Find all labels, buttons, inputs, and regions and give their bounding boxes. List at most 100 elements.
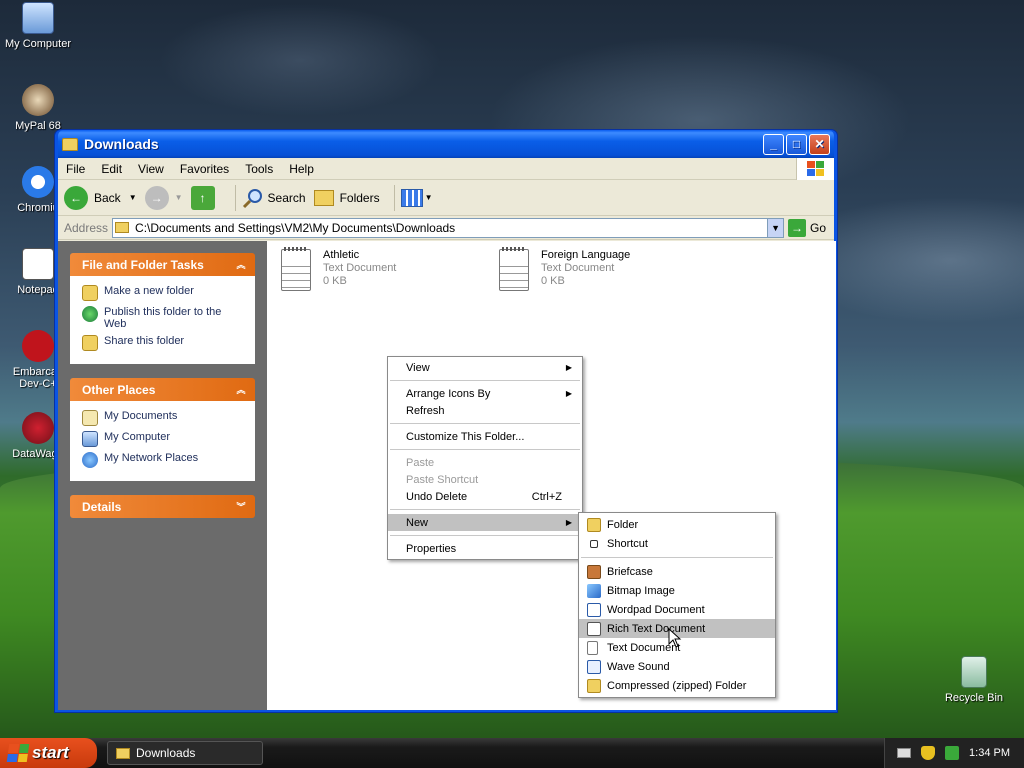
file-size: 0 KB bbox=[541, 275, 565, 287]
new-shortcut-item[interactable]: Shortcut bbox=[579, 534, 775, 553]
new-folder-icon bbox=[82, 285, 98, 301]
computer-icon bbox=[82, 431, 98, 447]
my-documents-icon bbox=[82, 410, 98, 426]
file-size: 0 KB bbox=[323, 275, 347, 287]
file-folder-tasks-header[interactable]: File and Folder Tasks ︽ bbox=[70, 253, 255, 276]
up-button[interactable]: ↑ bbox=[190, 185, 221, 210]
folders-icon bbox=[313, 189, 334, 206]
views-button[interactable]: ▼ bbox=[400, 188, 433, 207]
menu-item-undo-delete[interactable]: Undo Delete Ctrl+Z bbox=[388, 488, 582, 505]
menu-edit[interactable]: Edit bbox=[93, 162, 130, 176]
folders-button[interactable]: Folders bbox=[313, 189, 380, 206]
address-dropdown-icon[interactable]: ▼ bbox=[767, 218, 784, 237]
go-arrow-icon: → bbox=[788, 218, 807, 237]
new-compressed-folder-item[interactable]: Compressed (zipped) Folder bbox=[579, 676, 775, 695]
submenu-arrow-icon: ▶ bbox=[565, 518, 572, 527]
other-places-header[interactable]: Other Places ︽ bbox=[70, 378, 255, 401]
task-pane: File and Folder Tasks ︽ Make a new folde… bbox=[58, 241, 267, 710]
place-my-documents[interactable]: My Documents bbox=[82, 410, 245, 426]
menu-item-arrange-icons[interactable]: Arrange Icons By ▶ bbox=[388, 385, 582, 402]
windows-flag-icon bbox=[6, 744, 30, 762]
forward-button[interactable]: → ▼ bbox=[144, 185, 183, 210]
desktop-icon-recycle-bin[interactable]: Recycle Bin bbox=[936, 656, 1012, 704]
taskbar: start Downloads 1:34 PM bbox=[0, 738, 1024, 768]
datawago-icon bbox=[22, 412, 54, 444]
new-folder-item[interactable]: Folder bbox=[579, 515, 775, 534]
maximize-button[interactable]: □ bbox=[786, 133, 807, 155]
menu-separator bbox=[581, 557, 773, 558]
new-briefcase-item[interactable]: Briefcase bbox=[579, 562, 775, 581]
taskbar-item-downloads[interactable]: Downloads bbox=[107, 741, 263, 765]
expand-chevron-icon[interactable]: ︾ bbox=[233, 499, 249, 515]
windows-logo-icon bbox=[796, 158, 834, 180]
address-label: Address bbox=[64, 220, 109, 235]
file-item-foreign-language[interactable]: Foreign Language Text Document 0 KB bbox=[499, 247, 630, 291]
task-publish-folder[interactable]: Publish this folder to the Web bbox=[82, 306, 245, 330]
security-shield-icon[interactable] bbox=[921, 746, 936, 760]
new-bitmap-item[interactable]: Bitmap Image bbox=[579, 581, 775, 600]
file-name: Athletic bbox=[323, 249, 360, 261]
back-arrow-icon: ← bbox=[64, 185, 88, 210]
recycle-bin-icon bbox=[961, 656, 987, 688]
details-header[interactable]: Details ︾ bbox=[70, 495, 255, 518]
desktop-icon-my-computer[interactable]: My Computer bbox=[0, 2, 76, 50]
desktop-icon-mypal[interactable]: MyPal 68 bbox=[0, 84, 76, 132]
search-button[interactable]: Search bbox=[242, 187, 306, 209]
menu-item-properties[interactable]: Properties bbox=[388, 540, 582, 557]
submenu-arrow-icon: ▶ bbox=[565, 363, 572, 372]
folder-icon bbox=[115, 222, 130, 233]
folder-icon bbox=[587, 517, 601, 532]
collapse-chevron-icon[interactable]: ︽ bbox=[233, 382, 249, 398]
search-icon bbox=[242, 188, 262, 208]
new-wordpad-item[interactable]: Wordpad Document bbox=[579, 600, 775, 619]
chromium-icon bbox=[22, 166, 54, 198]
task-share-folder[interactable]: Share this folder bbox=[82, 335, 245, 351]
start-button[interactable]: start bbox=[0, 738, 97, 768]
file-item-athletic[interactable]: Athletic Text Document 0 KB bbox=[281, 247, 396, 291]
address-input[interactable]: C:\Documents and Settings\VM2\My Documen… bbox=[112, 217, 785, 238]
collapse-chevron-icon[interactable]: ︽ bbox=[233, 257, 249, 273]
window-title: Downloads bbox=[84, 136, 159, 152]
undo-shortcut: Ctrl+Z bbox=[531, 490, 562, 503]
title-bar[interactable]: Downloads _ □ ✕ bbox=[58, 130, 834, 158]
wordpad-icon bbox=[587, 602, 601, 617]
file-type: Text Document bbox=[541, 262, 615, 274]
forward-dropdown-icon[interactable]: ▼ bbox=[175, 193, 183, 202]
back-button[interactable]: ← Back ▼ bbox=[64, 185, 137, 210]
new-wave-sound-item[interactable]: Wave Sound bbox=[579, 657, 775, 676]
menu-help[interactable]: Help bbox=[281, 162, 322, 176]
menu-separator bbox=[390, 535, 580, 536]
folder-icon bbox=[116, 747, 130, 759]
keyboard-icon[interactable] bbox=[897, 748, 912, 758]
menu-item-customize-folder[interactable]: Customize This Folder... bbox=[388, 428, 582, 445]
menu-item-new[interactable]: New ▶ bbox=[388, 514, 582, 531]
menu-tools[interactable]: Tools bbox=[237, 162, 281, 176]
place-my-network-places[interactable]: My Network Places bbox=[82, 452, 245, 468]
zip-folder-icon bbox=[587, 678, 601, 693]
go-button[interactable]: → Go bbox=[788, 218, 826, 237]
raccoon-icon bbox=[22, 84, 54, 116]
menu-item-refresh[interactable]: Refresh bbox=[388, 402, 582, 419]
mouse-cursor-icon bbox=[668, 628, 682, 648]
menu-favorites[interactable]: Favorites bbox=[172, 162, 237, 176]
details-panel: Details ︾ bbox=[70, 495, 255, 518]
notepad-icon bbox=[22, 248, 54, 280]
views-icon bbox=[400, 188, 423, 207]
task-make-new-folder[interactable]: Make a new folder bbox=[82, 285, 245, 301]
network-icon[interactable] bbox=[945, 746, 960, 760]
close-button[interactable]: ✕ bbox=[809, 133, 830, 155]
share-folder-icon bbox=[82, 335, 98, 351]
text-document-icon bbox=[587, 640, 598, 655]
forward-arrow-icon: → bbox=[144, 185, 169, 210]
clock[interactable]: 1:34 PM bbox=[969, 747, 1010, 759]
menu-view[interactable]: View bbox=[130, 162, 172, 176]
new-submenu: Folder Shortcut Briefcase Bitmap Image W… bbox=[578, 512, 776, 698]
menu-file[interactable]: File bbox=[58, 162, 93, 176]
menu-item-view[interactable]: View ▶ bbox=[388, 359, 582, 376]
views-dropdown-icon: ▼ bbox=[424, 193, 433, 202]
minimize-button[interactable]: _ bbox=[763, 133, 784, 155]
context-menu: View ▶ Arrange Icons By ▶ Refresh Customiz… bbox=[387, 356, 583, 560]
back-dropdown-icon[interactable]: ▼ bbox=[129, 193, 137, 202]
place-my-computer[interactable]: My Computer bbox=[82, 431, 245, 447]
menu-item-paste-shortcut: Paste Shortcut bbox=[406, 473, 479, 486]
